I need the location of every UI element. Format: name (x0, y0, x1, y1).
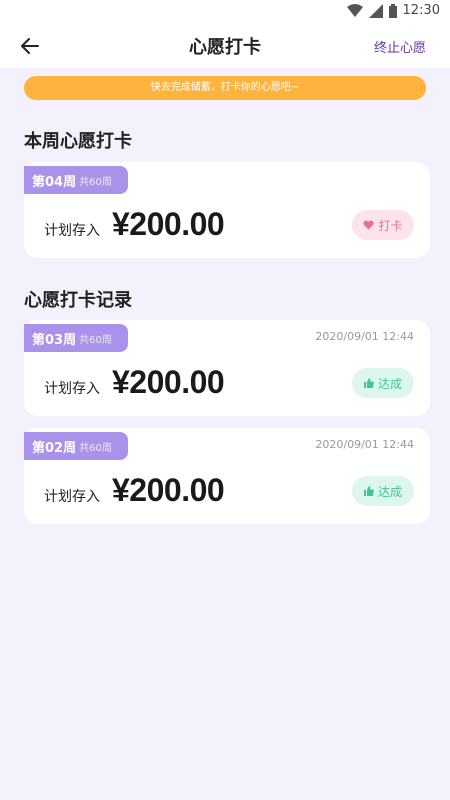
achieved-label: 达成 (377, 484, 402, 499)
record-date: 2020/09/01 12:44 (315, 330, 414, 343)
week-tag: 第03周 共60周 (24, 324, 128, 352)
week-number: 第04周 (32, 174, 77, 190)
wifi-icon (346, 3, 363, 18)
achieved-badge: 达成 (352, 476, 414, 506)
week-total: 共60周 (79, 334, 112, 346)
section-title-records: 心愿打卡记录 (24, 290, 132, 311)
achieved-badge: 达成 (352, 368, 414, 398)
week-number: 第02周 (32, 440, 77, 456)
week-tag: 第02周 共60周 (24, 432, 128, 460)
section-title-current: 本周心愿打卡 (24, 131, 132, 152)
record-card: 第03周 共60周 2020/09/01 12:44 计划存入 ¥200.00 … (24, 320, 430, 416)
signal-icon (368, 3, 383, 18)
heart-icon (363, 220, 375, 230)
app-bar: 心愿打卡 终止心愿 (0, 24, 450, 68)
plan-label: 计划存入 (44, 381, 100, 397)
week-total: 共60周 (79, 176, 112, 188)
battery-icon (388, 3, 397, 18)
page-title: 心愿打卡 (189, 37, 261, 58)
plan-amount: ¥200.00 (112, 472, 225, 508)
plan-label: 计划存入 (44, 223, 100, 239)
status-bar: 12:30 (0, 0, 450, 24)
end-wish-button[interactable]: 终止心愿 (374, 37, 426, 56)
week-number: 第03周 (32, 332, 77, 348)
arrow-left-icon (21, 38, 39, 54)
checkin-button[interactable]: 打卡 (352, 210, 414, 240)
record-date: 2020/09/01 12:44 (315, 438, 414, 451)
thumbs-up-icon (363, 378, 374, 388)
record-card: 第02周 共60周 2020/09/01 12:44 计划存入 ¥200.00 … (24, 428, 430, 524)
achieved-label: 达成 (377, 376, 402, 391)
reminder-banner: 快去完成储蓄，打卡你的心愿吧~ (24, 76, 426, 100)
status-time: 12:30 (402, 3, 440, 18)
current-week-card: 第04周 共60周 计划存入 ¥200.00 打卡 (24, 162, 430, 258)
week-tag: 第04周 共60周 (24, 166, 128, 194)
thumbs-up-icon (363, 486, 374, 496)
plan-label: 计划存入 (44, 489, 100, 505)
plan-amount: ¥200.00 (112, 364, 225, 400)
week-total: 共60周 (79, 442, 112, 454)
plan-amount: ¥200.00 (112, 206, 225, 242)
back-button[interactable] (18, 34, 42, 58)
checkin-label: 打卡 (378, 218, 403, 233)
